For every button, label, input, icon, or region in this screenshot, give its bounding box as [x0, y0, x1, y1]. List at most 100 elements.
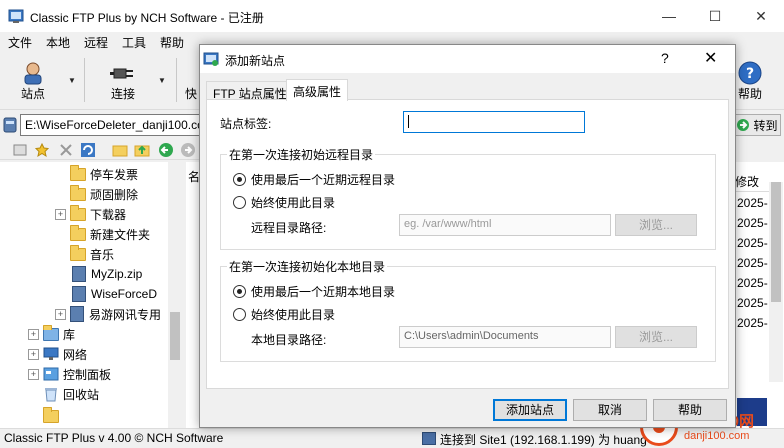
modified-cell: 2025-: [737, 196, 768, 210]
scroll-thumb[interactable]: [771, 182, 781, 302]
folder-icon: [43, 406, 59, 423]
site-label-caption: 站点标签:: [220, 117, 272, 131]
tab-advanced-properties[interactable]: 高级属性: [286, 79, 349, 101]
dialog-app-icon: [203, 52, 219, 66]
radio-dot: [233, 196, 246, 209]
tree-item-label: 回收站: [63, 387, 100, 402]
quick-connect-button[interactable]: 快: [184, 52, 198, 108]
text-caret: [408, 115, 409, 128]
tree-item-partial[interactable]: [43, 406, 63, 426]
expand-icon[interactable]: +: [55, 208, 66, 220]
back-icon[interactable]: [158, 142, 174, 158]
minimize-button[interactable]: —: [646, 0, 692, 32]
remote-use-last-radio[interactable]: 使用最后一个近期远程目录: [233, 171, 395, 188]
dialog-help-button[interactable]: ?: [661, 50, 669, 66]
cancel-button[interactable]: 取消: [573, 399, 647, 421]
maximize-button[interactable]: ☐: [692, 0, 738, 32]
remote-use-fixed-radio[interactable]: 始终使用此目录: [233, 194, 335, 211]
advanced-properties-panel: 站点标签: 在第一次连接初始远程目录 使用最后一个近期远程目录 始终使用此目录 …: [206, 99, 729, 389]
add-site-dialog: 添加新站点 ? ✕ FTP 站点属性 高级属性 站点标签: 在第一次连接初始远程…: [199, 44, 736, 428]
radio-label: 始终使用此目录: [251, 308, 336, 322]
local-use-fixed-radio[interactable]: 始终使用此目录: [233, 306, 335, 323]
help-icon: ?: [738, 61, 762, 85]
remote-path-input[interactable]: eg. /var/www/html: [399, 214, 611, 236]
tree-item[interactable]: 音乐: [70, 244, 114, 264]
tree-item-label: 网络: [63, 347, 88, 362]
folder-up-icon[interactable]: [134, 142, 150, 158]
tree-item[interactable]: 停车发票: [70, 164, 138, 184]
tree-item[interactable]: WiseForceD: [72, 284, 166, 304]
close-button[interactable]: ✕: [738, 0, 784, 32]
scroll-thumb[interactable]: [170, 312, 180, 360]
view-icon[interactable]: [12, 142, 28, 158]
refresh-icon[interactable]: [80, 142, 96, 158]
local-folder-tree[interactable]: 停车发票 顽固删除 + 下载器 新建文件夹 音乐 MyZip.zip WiseF…: [0, 162, 182, 428]
folder-icon: [70, 164, 86, 181]
modified-cell: 2025-: [737, 256, 768, 270]
zip-file-icon: [72, 266, 86, 282]
tree-scrollbar[interactable]: [168, 162, 182, 428]
local-file-list[interactable]: 名: [186, 162, 200, 428]
forward-icon[interactable]: [180, 142, 196, 158]
tree-item[interactable]: 回收站: [43, 384, 99, 404]
menu-local[interactable]: 本地: [46, 34, 70, 51]
connect-button[interactable]: 连接: [98, 52, 148, 108]
tree-item[interactable]: 顽固删除: [70, 184, 138, 204]
remote-browse-button[interactable]: 浏览...: [615, 214, 697, 236]
goto-button[interactable]: 转到: [733, 114, 781, 136]
site-button[interactable]: 站点: [8, 52, 58, 108]
connect-dropdown-icon[interactable]: ▼: [158, 76, 166, 85]
radio-dot: [233, 308, 246, 321]
tree-item[interactable]: + 下载器: [55, 204, 126, 224]
expand-icon[interactable]: +: [28, 368, 39, 380]
menu-tools[interactable]: 工具: [122, 34, 146, 51]
tree-item[interactable]: + 库: [28, 324, 75, 344]
tree-item[interactable]: + 网络: [28, 344, 87, 364]
tree-item[interactable]: 新建文件夹: [70, 224, 150, 244]
zip-file-icon: [72, 286, 86, 302]
tree-item-label: MyZip.zip: [91, 267, 143, 281]
open-folder-icon[interactable]: [112, 142, 128, 158]
local-path-input[interactable]: E:\WiseForceDeleter_danji100.com.: [20, 114, 200, 136]
drive-icon: [3, 117, 17, 133]
add-site-button[interactable]: 添加站点: [493, 399, 567, 421]
remote-scrollbar[interactable]: [769, 182, 783, 382]
expand-icon[interactable]: +: [55, 308, 66, 320]
dialog-help-action-button[interactable]: 帮助: [653, 399, 727, 421]
radio-label: 始终使用此目录: [251, 196, 336, 210]
local-path-input[interactable]: C:\Users\admin\Documents: [399, 326, 611, 348]
zip-file-icon: [70, 306, 84, 322]
remote-file-list[interactable]: 修改 2025- 2025- 2025- 2025- 2025- 2025- 2…: [733, 162, 784, 428]
tab-ftp-site-properties[interactable]: FTP 站点属性: [206, 81, 294, 101]
folder-icon: [70, 224, 86, 241]
add-favorite-icon[interactable]: [34, 142, 50, 158]
dialog-close-button[interactable]: ✕: [704, 48, 717, 68]
menu-help[interactable]: 帮助: [160, 34, 184, 51]
library-icon: [43, 324, 59, 341]
expand-icon[interactable]: +: [28, 348, 39, 360]
local-browse-button[interactable]: 浏览...: [615, 326, 697, 348]
folder-icon: [70, 204, 86, 221]
site-label-input[interactable]: [403, 111, 585, 133]
help-label: 帮助: [737, 87, 762, 101]
menu-remote[interactable]: 远程: [84, 34, 108, 51]
local-group-title: 在第一次连接初始化本地目录: [227, 258, 388, 275]
site-dropdown-icon[interactable]: ▼: [68, 76, 76, 85]
tree-item[interactable]: + 控制面板: [28, 364, 111, 384]
local-use-last-radio[interactable]: 使用最后一个近期本地目录: [233, 283, 395, 300]
help-toolbar-button[interactable]: ? 帮助: [732, 52, 768, 108]
app-icon: [8, 9, 24, 23]
delete-icon[interactable]: [58, 142, 74, 158]
site-manager-icon: [24, 62, 42, 85]
window-title: Classic FTP Plus by NCH Software - 已注册: [30, 11, 264, 25]
menu-file[interactable]: 文件: [8, 34, 32, 51]
radio-dot: [233, 285, 246, 298]
tree-item[interactable]: + 易游网讯专用: [55, 304, 167, 324]
modified-column-header[interactable]: 修改: [733, 168, 773, 192]
tree-item[interactable]: MyZip.zip: [72, 264, 142, 284]
dialog-title-bar: 添加新站点 ? ✕: [200, 45, 735, 73]
modified-cell: 2025-: [737, 216, 768, 230]
radio-dot: [233, 173, 246, 186]
expand-icon[interactable]: +: [28, 328, 39, 340]
modified-cell: 2025-: [737, 236, 768, 250]
